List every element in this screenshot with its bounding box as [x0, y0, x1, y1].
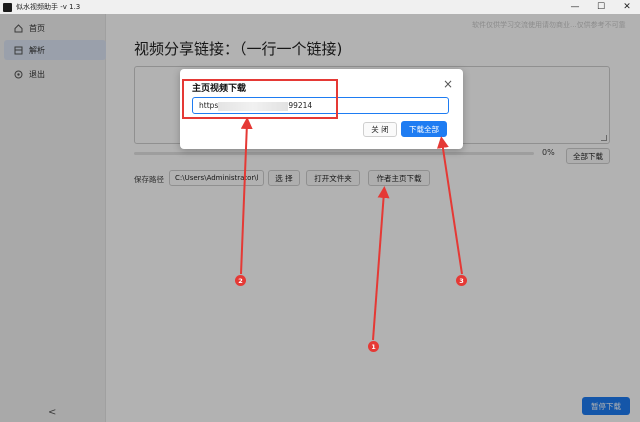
window-controls: — ☐ ✕	[562, 0, 640, 14]
title-bar: 似水视频助手 -v 1.3 — ☐ ✕	[0, 0, 640, 14]
dialog-close-button[interactable]: 关 闭	[363, 122, 397, 137]
close-icon[interactable]: ×	[443, 77, 453, 91]
annotation-highlight-box	[182, 79, 338, 119]
close-window-button[interactable]: ✕	[614, 0, 640, 14]
maximize-button[interactable]: ☐	[588, 0, 614, 14]
annotation-marker-2: 2	[235, 275, 246, 286]
annotation-marker-3: 3	[456, 275, 467, 286]
window-title: 似水视频助手 -v 1.3	[16, 3, 81, 11]
annotation-marker-1: 1	[368, 341, 379, 352]
app-logo-icon	[3, 2, 12, 12]
minimize-button[interactable]: —	[562, 0, 588, 14]
app-window: 似水视频助手 -v 1.3 — ☐ ✕ 首页 解析 退出 < 软件仅供学习交流使…	[0, 0, 640, 422]
dialog-download-all-button[interactable]: 下载全部	[401, 121, 447, 137]
